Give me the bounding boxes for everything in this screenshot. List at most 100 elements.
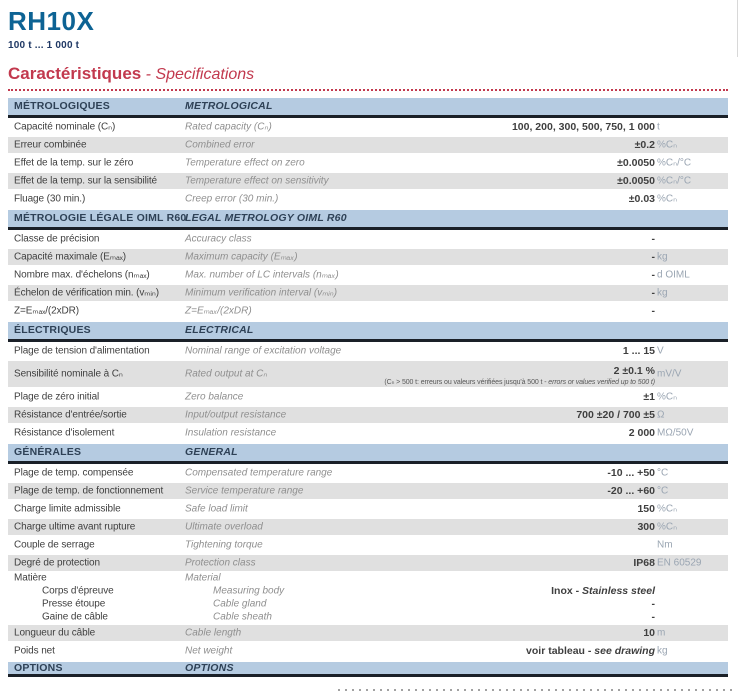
- spec-row: Capacité maximale (Eₘₐₓ)Maximum capacity…: [8, 248, 728, 266]
- row-unit: Nm: [657, 539, 673, 550]
- row-label-fr: Plage de tension d'alimentation: [14, 345, 150, 356]
- row-label-en: Ultimate overload: [185, 521, 263, 532]
- section-title-en: OPTIONS: [185, 662, 234, 674]
- row-label-en: Net weight: [185, 645, 232, 656]
- row-unit: %Cₙ/°C: [657, 175, 691, 186]
- spec-row: Plage de tension d'alimentation Nominal r…: [8, 342, 728, 360]
- spec-row: Plage de temp. compenséeCompensated temp…: [8, 464, 728, 482]
- row-label-en: Compensated temperature range: [185, 467, 332, 478]
- row-value: -: [652, 305, 656, 317]
- row-value-text: 2 ±0.1 %: [614, 365, 655, 377]
- row-label-en: Accuracy class: [185, 233, 252, 244]
- row-unit: %Cₙ/°C: [657, 157, 691, 168]
- row-unit: %Cₙ: [657, 391, 677, 402]
- row-value: 2 ±0.1 % (Cₙ > 500 t: erreurs ou valeurs …: [384, 365, 655, 386]
- note-text-en: errors or values verified up to 500 t): [548, 379, 655, 386]
- spec-row: Erreur combinée Combined error ±0.2%Cₙ: [8, 136, 728, 154]
- row-label-en: Cable length: [185, 627, 241, 638]
- row-value: ±1: [643, 391, 655, 403]
- row-value-italic: see drawing: [594, 645, 655, 657]
- row-value: 300: [637, 521, 655, 533]
- row-label-fr: Erreur combinée: [14, 139, 86, 150]
- row-value: Inox - Stainless steel: [551, 585, 655, 597]
- row-label-en: Cable gland: [213, 599, 266, 610]
- row-unit: %Cₙ: [657, 503, 677, 514]
- heading-text-fr: Caractéristiques: [8, 64, 141, 83]
- row-label-fr: Poids net: [14, 645, 55, 656]
- row-value: -: [652, 287, 656, 299]
- row-value: ±0.0050: [617, 175, 655, 187]
- spec-section: GÉNÉRALESGENERALPlage de temp. compensée…: [8, 444, 728, 660]
- row-value-text: 10: [643, 627, 655, 639]
- spec-row: Charge ultime avant ruptureUltimate over…: [8, 518, 728, 536]
- spec-row: Effet de la temp. sur la sensibilitéTemp…: [8, 172, 728, 190]
- row-label-en: Combined error: [185, 139, 254, 150]
- row-label-fr: Z=Eₘₐₓ/(2xDR): [14, 305, 79, 316]
- row-value-text: ±0.2: [635, 139, 655, 151]
- row-label-en: Cable sheath: [213, 612, 272, 623]
- section-title-en: ELECTRICAL: [185, 324, 254, 336]
- row-value-text: -20 ... +60: [607, 485, 655, 497]
- row-value-text: Inox -: [551, 585, 582, 597]
- row-label-en: Measuring body: [213, 586, 284, 597]
- row-label-fr: Matière: [14, 573, 47, 584]
- row-label-en: Nominal range of excitation voltage: [185, 345, 341, 356]
- row-label-en: Temperature effect on sensitivity: [185, 175, 329, 186]
- section-header: MÉTROLOGIQUES METROLOGICAL: [8, 98, 728, 118]
- row-label-fr: Fluage (30 min.): [14, 193, 85, 204]
- row-label-fr: Résistance d'entrée/sortie: [14, 409, 127, 420]
- row-value: ±0.0050: [617, 157, 655, 169]
- row-value: 1 ... 15: [623, 345, 655, 357]
- spec-section: ÉLECTRIQUESELECTRICALPlage de tension d'…: [8, 322, 728, 442]
- row-label-fr: Nombre max. d'échelons (nₘₐₓ): [14, 269, 150, 280]
- row-value-text: 700 ±20 / 700 ±5: [576, 409, 655, 421]
- row-unit: d OIML: [657, 269, 690, 280]
- row-unit: MΩ/50V: [657, 427, 693, 438]
- spec-row: Presse étoupeCable gland-: [8, 598, 728, 611]
- row-value: -: [652, 269, 656, 281]
- row-unit: EN 60529: [657, 557, 701, 568]
- note-text-fr: (Cₙ > 500 t: erreurs ou valeurs vérifiée…: [384, 379, 548, 386]
- row-label-en: Max. number of LC intervals (nₘₐₓ): [185, 269, 339, 280]
- row-label-fr: Classe de précision: [14, 233, 99, 244]
- row-value-text: -: [652, 233, 656, 245]
- row-unit: kg: [657, 251, 668, 262]
- spec-row: Fluage (30 min.)Creep error (30 min.)±0.…: [8, 190, 728, 208]
- heading-text-en: - Specifications: [141, 66, 254, 83]
- section-title-en: METROLOGICAL: [185, 100, 273, 112]
- spec-row: Échelon de vérification min. (vₘᵢₙ)Minim…: [8, 284, 728, 302]
- row-unit: °C: [657, 467, 668, 478]
- row-value-text: 100, 200, 300, 500, 750, 1 000: [512, 121, 655, 133]
- row-value-italic: Stainless steel: [582, 585, 655, 597]
- row-label-fr: Résistance d'isolement: [14, 427, 114, 438]
- row-unit: V: [657, 345, 664, 356]
- row-unit: kg: [657, 287, 668, 298]
- dotted-rule: [8, 88, 728, 91]
- section-title-en: LEGAL METROLOGY OIML R60: [185, 212, 347, 224]
- row-value-text: -: [652, 287, 656, 299]
- row-label-fr: Capacité nominale (Cₙ): [14, 121, 115, 132]
- row-unit: %Cₙ: [657, 139, 677, 150]
- spec-row: Couple de serrageTightening torqueNm: [8, 536, 728, 554]
- spec-section: OPTIONSOPTIONS: [8, 662, 728, 677]
- section-header: OPTIONSOPTIONS: [8, 662, 728, 677]
- row-value: -: [652, 598, 656, 610]
- row-value: 700 ±20 / 700 ±5: [576, 409, 655, 421]
- row-value: 150: [637, 503, 655, 515]
- row-value-text: -: [652, 611, 656, 623]
- row-unit: t: [657, 121, 660, 132]
- row-value: ±0.2: [635, 139, 655, 151]
- row-label-en: Rated output at Cₙ: [185, 368, 267, 379]
- row-value-text: voir tableau -: [526, 645, 594, 657]
- row-label-en: Input/output resistance: [185, 409, 286, 420]
- section-title-fr: MÉTROLOGIQUES: [14, 100, 110, 112]
- row-note: (Cₙ > 500 t: erreurs ou valeurs vérifiée…: [384, 378, 655, 386]
- row-value: 100, 200, 300, 500, 750, 1 000: [512, 121, 655, 133]
- row-value-text: ±1: [643, 391, 655, 403]
- row-unit: mV/V: [657, 368, 681, 379]
- row-label-en: Creep error (30 min.): [185, 193, 278, 204]
- spec-row: Capacité nominale (Cₙ)Rated capacity (Cₙ…: [8, 118, 728, 136]
- section-header: MÉTROLOGIE LÉGALE OIML R60LEGAL METROLOG…: [8, 210, 728, 230]
- row-unit: %Cₙ: [657, 193, 677, 204]
- spec-section: MÉTROLOGIE LÉGALE OIML R60LEGAL METROLOG…: [8, 210, 728, 320]
